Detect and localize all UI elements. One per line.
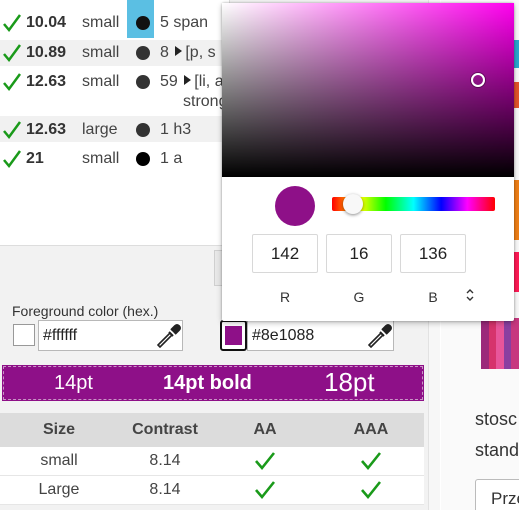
- count-number: 8: [160, 44, 169, 61]
- count-number: 5: [160, 14, 169, 31]
- result-row[interactable]: 12.63 small 59 [li, a strong: [0, 68, 229, 116]
- element-count: 59 [li, a: [160, 72, 224, 91]
- tag-list: [li, a: [194, 73, 224, 90]
- red-channel-label: R: [279, 289, 291, 305]
- blue-channel-label: B: [428, 289, 438, 305]
- table-row: Large 8.14: [0, 476, 424, 505]
- ratio-value: 12.63: [26, 121, 67, 138]
- element-count: 1 h3: [160, 120, 191, 139]
- check-icon: [2, 13, 22, 38]
- result-row[interactable]: 21 small 1 a: [0, 145, 229, 174]
- chevron-up-down-icon[interactable]: [464, 288, 476, 302]
- foreground-swatch[interactable]: [13, 324, 35, 346]
- size-value: small: [82, 14, 120, 31]
- page-text-line: stand: [475, 440, 519, 460]
- result-row[interactable]: 10.89 small 8 [p, s: [0, 40, 229, 68]
- current-color-preview: [275, 186, 315, 226]
- element-count: 1 a: [160, 149, 182, 168]
- eyedropper-icon[interactable]: [156, 322, 181, 349]
- tag-list: [p, s: [185, 44, 216, 61]
- ratio-value: 10.89: [26, 44, 67, 61]
- tag-list: a: [173, 150, 183, 167]
- page-text-line: stosc: [475, 409, 518, 429]
- color-dot: [136, 152, 150, 166]
- result-row[interactable]: 12.63 large 1 h3: [0, 116, 229, 145]
- text-preview-bar: 14pt 14pt bold 18pt: [2, 365, 424, 401]
- check-icon: [318, 476, 424, 504]
- count-number: 59: [160, 73, 178, 90]
- red-channel-input[interactable]: 142: [252, 234, 318, 273]
- color-dot: [136, 16, 150, 30]
- preview-14pt-bold: 14pt bold: [163, 372, 252, 394]
- check-icon: [2, 43, 22, 68]
- header-aa: AA: [253, 421, 277, 438]
- count-number: 1: [160, 121, 169, 138]
- hue-slider-handle[interactable]: [343, 194, 363, 214]
- element-count: 8 [p, s: [160, 43, 216, 62]
- expand-triangle-icon[interactable]: [184, 75, 192, 85]
- color-dot: [136, 46, 150, 60]
- saturation-handle[interactable]: [471, 73, 485, 87]
- check-icon: [2, 120, 22, 145]
- tag-list: span: [173, 14, 209, 31]
- tag-list-continued: strong: [183, 93, 228, 110]
- size-value: small: [82, 73, 120, 90]
- count-number: 1: [160, 150, 169, 167]
- eyedropper-icon[interactable]: [367, 322, 392, 349]
- check-icon: [318, 447, 424, 475]
- ratio-value: 21: [26, 150, 44, 167]
- green-channel-input[interactable]: 16: [326, 234, 392, 273]
- saturation-value-area[interactable]: [222, 3, 514, 177]
- check-icon: [2, 72, 22, 97]
- color-dot: [136, 75, 150, 89]
- page-button[interactable]: Prze: [475, 479, 519, 510]
- blue-channel-input[interactable]: 136: [400, 234, 466, 273]
- color-picker-popup: 142 16 136 R G B: [222, 3, 514, 321]
- background-swatch-color: [225, 326, 242, 345]
- size-value: small: [82, 150, 120, 167]
- size-value: large: [82, 121, 118, 138]
- tag-list: h3: [173, 121, 192, 138]
- table-header: Size Contrast AA AAA: [0, 413, 424, 447]
- preview-14pt: 14pt: [54, 372, 93, 394]
- cell-contrast: 8.14: [149, 452, 181, 469]
- preview-18pt: 18pt: [324, 367, 375, 397]
- cell-contrast: 8.14: [149, 481, 181, 498]
- ratio-value: 12.63: [26, 73, 67, 90]
- foreground-color-label: Foreground color (hex.): [12, 303, 159, 319]
- header-size: Size: [42, 421, 75, 438]
- cell-size: Large: [38, 481, 80, 498]
- header-aaa: AAA: [353, 421, 389, 438]
- expand-triangle-icon[interactable]: [175, 46, 183, 56]
- result-row[interactable]: 10.04 small 5 span: [0, 13, 229, 38]
- color-dot: [136, 123, 150, 137]
- check-icon: [212, 447, 318, 475]
- check-icon: [2, 149, 22, 174]
- header-contrast: Contrast: [132, 421, 198, 438]
- cell-size: small: [40, 452, 78, 469]
- table-row: small 8.14: [0, 447, 424, 476]
- contrast-results-list: 10.04 small 5 span 10.89 small 8 [p, s 1…: [0, 0, 230, 246]
- ratio-value: 10.04: [26, 14, 67, 31]
- check-icon: [212, 476, 318, 504]
- color-swatch-strip: [481, 318, 519, 369]
- green-channel-label: G: [353, 289, 365, 305]
- background-swatch[interactable]: [220, 320, 247, 351]
- element-count: 5 span: [160, 13, 208, 32]
- size-value: small: [82, 44, 120, 61]
